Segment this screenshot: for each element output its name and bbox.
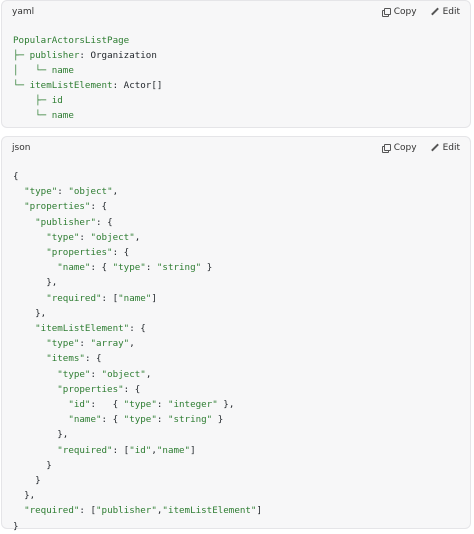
edit-label: Edit <box>442 7 460 17</box>
code-line: "properties": { <box>24 201 108 213</box>
tree-node-name: name <box>51 110 74 121</box>
json-string-token: "integer" <box>167 399 218 411</box>
json-string-token: "type" <box>46 231 80 243</box>
pencil-icon <box>431 144 439 152</box>
tree-node-name: itemListElement <box>29 80 113 91</box>
json-code: { "type": "object", "properties": { "pub… <box>2 159 470 534</box>
tree-branch: │ └─ <box>13 65 52 76</box>
copy-icon <box>381 144 391 153</box>
code-actions: Copy Edit <box>381 143 460 153</box>
json-string-token: "name" <box>68 414 102 426</box>
code-line: } <box>13 475 41 487</box>
language-label: yaml <box>12 7 35 17</box>
code-line: "name": { "type": "string" } <box>57 262 213 274</box>
copy-label: Copy <box>393 143 417 153</box>
code-line: "type": "array", <box>46 338 135 350</box>
json-string-token: "name" <box>118 292 152 304</box>
tree-node-name: id <box>51 95 63 106</box>
json-string-token: "required" <box>57 444 113 456</box>
code-line: }, <box>13 307 47 319</box>
tree-node-type: : Actor[] <box>112 80 163 91</box>
code-line: PopularActorsListPage <box>13 33 470 48</box>
json-string-token: "object" <box>90 231 135 243</box>
json-string-token: "type" <box>123 399 157 411</box>
code-line: "itemListElement": { <box>35 323 146 335</box>
copy-label: Copy <box>393 7 417 17</box>
json-string-token: "type" <box>46 338 80 350</box>
pencil-icon <box>431 8 439 16</box>
copy-button[interactable]: Copy <box>381 143 417 153</box>
tree-branch: └─ <box>13 80 30 91</box>
yaml-code: PopularActorsListPage ├─ publisher: Organ… <box>2 23 470 123</box>
code-line: ├─ publisher: Organization <box>13 48 470 63</box>
code-line: "items": { <box>46 353 102 365</box>
code-line: "id": { "type": "integer" }, <box>68 399 235 411</box>
json-string-token: "properties" <box>46 247 113 259</box>
tree-branch: ├─ <box>13 95 52 106</box>
code-line: "required": ["name"] <box>46 292 157 304</box>
code-actions: Copy Edit <box>381 7 460 17</box>
json-string-token: "required" <box>24 505 80 517</box>
edit-button[interactable]: Edit <box>431 143 460 153</box>
code-line: "publisher": { <box>35 216 113 228</box>
json-string-token: "object" <box>68 186 113 198</box>
json-string-token: "publisher" <box>35 216 96 228</box>
json-string-token: "itemListElement" <box>162 505 257 517</box>
json-string-token: "name" <box>57 262 91 274</box>
code-line: } <box>13 459 52 471</box>
code-line: "required": ["publisher","itemListElemen… <box>24 505 263 517</box>
tree-branch: └─ <box>13 110 52 121</box>
tree-node-name: name <box>51 65 74 76</box>
yaml-code-block: yaml Copy Edit PopularActorsListPage ├─ p… <box>1 0 471 128</box>
code-line: "properties": { <box>46 247 130 259</box>
code-block-header: yaml Copy Edit <box>2 1 470 23</box>
json-string-token: "items" <box>46 353 85 365</box>
edit-button[interactable]: Edit <box>431 7 460 17</box>
code-line: └─ itemListElement: Actor[] <box>13 78 470 93</box>
code-line: }, <box>13 490 36 502</box>
code-line: └─ name <box>13 108 470 123</box>
json-string-token: "string" <box>167 414 213 426</box>
code-line: ├─ id <box>13 93 470 108</box>
code-line: }, <box>13 429 69 441</box>
json-string-token: "properties" <box>57 383 124 395</box>
code-line: }, <box>13 277 58 289</box>
code-line: "properties": { <box>57 383 141 395</box>
json-string-token: "type" <box>123 414 157 426</box>
json-string-token: "properties" <box>24 201 91 213</box>
code-line: "type": "object", <box>57 368 152 380</box>
json-string-token: "type" <box>24 186 58 198</box>
tree-node-name: PopularActorsListPage <box>13 35 130 46</box>
json-string-token: "required" <box>46 292 102 304</box>
json-string-token: "publisher" <box>96 505 157 517</box>
json-string-token: "itemListElement" <box>35 323 130 335</box>
json-string-token: "name" <box>156 444 191 456</box>
json-string-token: "type" <box>57 368 91 380</box>
code-line: │ └─ name <box>13 63 470 78</box>
code-block-header: json Copy Edit <box>2 137 470 159</box>
code-line: { <box>13 171 19 182</box>
edit-label: Edit <box>442 143 460 153</box>
json-string-token: "id" <box>129 444 152 456</box>
json-string-token: "type" <box>112 262 146 274</box>
code-line: "type": "object", <box>24 186 119 198</box>
code-line: "name": { "type": "string" } <box>68 414 224 426</box>
json-string-token: "id" <box>68 399 91 411</box>
json-string-token: "string" <box>156 262 202 274</box>
copy-button[interactable]: Copy <box>381 7 417 17</box>
copy-icon <box>381 8 391 17</box>
tree-node-name: publisher <box>29 50 80 61</box>
tree-node-type: : Organization <box>79 50 157 61</box>
code-line: "type": "object", <box>46 231 141 243</box>
code-line: "required": ["id","name"] <box>57 444 196 456</box>
json-code-block: json Copy Edit { "type": "object", "prop… <box>1 136 471 532</box>
language-label: json <box>12 143 31 153</box>
tree-branch: ├─ <box>13 50 30 61</box>
json-string-token: "array" <box>90 338 130 350</box>
json-string-token: "object" <box>101 368 146 380</box>
